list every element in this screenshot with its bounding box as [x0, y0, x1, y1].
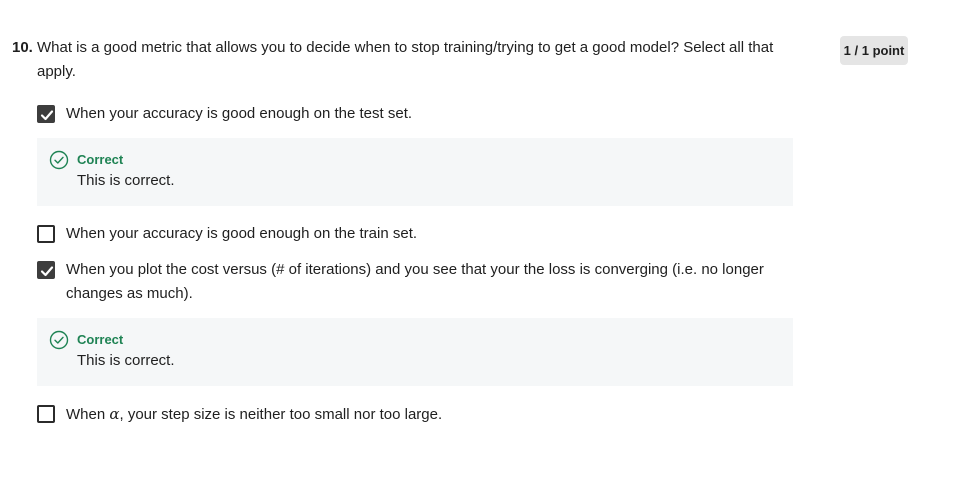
question-header: 10. What is a good metric that allows yo…	[12, 36, 802, 84]
quiz-question: 10. What is a good metric that allows yo…	[12, 36, 802, 439]
answer-option[interactable]: When you plot the cost versus (# of iter…	[37, 258, 802, 306]
alpha-symbol: α	[109, 405, 120, 423]
option-checkbox-unchecked[interactable]	[37, 225, 55, 243]
option-label: When α, your step size is neither too sm…	[66, 402, 766, 427]
feedback-status: Correct	[77, 152, 124, 167]
option-label: When your accuracy is good enough on the…	[66, 225, 418, 242]
option-label: When your accuracy is good enough on the…	[66, 105, 413, 122]
feedback-text: This is correct.	[77, 352, 175, 369]
option-label: When you plot the cost versus (# of iter…	[66, 261, 764, 302]
option-checkbox-checked[interactable]	[37, 261, 55, 279]
feedback-text: This is correct.	[77, 172, 175, 189]
feedback-body: Correct This is correct.	[77, 330, 175, 372]
option-label-suffix: , your step size is neither too small no…	[119, 406, 443, 423]
question-number: 10.	[12, 39, 33, 56]
question-text: What is a good metric that allows you to…	[37, 39, 774, 80]
check-circle-icon	[49, 150, 69, 170]
option-checkbox-unchecked[interactable]	[37, 405, 55, 423]
check-circle-icon	[49, 330, 69, 350]
feedback-status: Correct	[77, 332, 124, 347]
feedback-body: Correct This is correct.	[77, 150, 175, 192]
checkmark-icon	[40, 266, 54, 277]
answer-option[interactable]: When α, your step size is neither too sm…	[37, 402, 802, 427]
points-badge: 1 / 1 point	[840, 36, 908, 65]
checkmark-icon	[40, 110, 54, 121]
answer-options: When your accuracy is good enough on the…	[37, 102, 802, 427]
feedback-box: Correct This is correct.	[37, 318, 793, 386]
option-checkbox-checked[interactable]	[37, 105, 55, 123]
option-label-prefix: When	[66, 406, 110, 423]
answer-option[interactable]: When your accuracy is good enough on the…	[37, 222, 802, 246]
answer-option[interactable]: When your accuracy is good enough on the…	[37, 102, 802, 126]
feedback-box: Correct This is correct.	[37, 138, 793, 206]
